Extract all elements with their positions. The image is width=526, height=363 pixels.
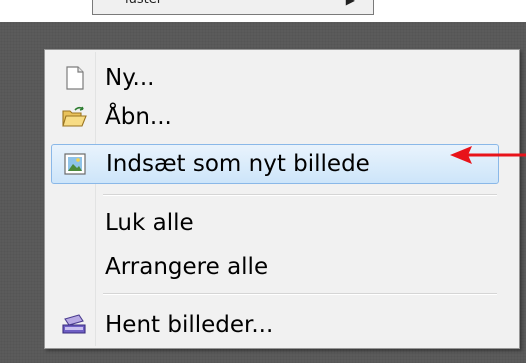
menu-item-new-label: Ny... [105, 65, 155, 91]
background-menu: luster ▶ [92, 0, 374, 15]
menu-separator [103, 194, 497, 196]
menu-item-arrange-all-label: Arrangere alle [105, 254, 269, 280]
menu-separator [103, 293, 497, 295]
scanner-icon [61, 313, 87, 337]
open-folder-icon [61, 105, 87, 129]
context-menu: Ny... Åbn... Indsæt som nyt billede Luk … [44, 49, 520, 349]
menu-item-close-all-label: Luk alle [105, 210, 194, 236]
menu-item-arrange-all[interactable]: Arrangere alle [51, 249, 499, 285]
paste-as-new-image-icon [62, 152, 88, 176]
menu-item-open[interactable]: Åbn... [51, 99, 499, 135]
menu-item-close-all[interactable]: Luk alle [51, 205, 499, 241]
menu-item-acquire-images[interactable]: Hent billeder... [51, 307, 499, 343]
new-document-icon [61, 66, 87, 90]
red-arrow-annotation [450, 146, 526, 164]
menu-item-paste-as-new-image-label: Indsæt som nyt billede [106, 151, 370, 177]
menu-item-open-label: Åbn... [105, 104, 172, 130]
icon-gutter-divider [95, 52, 96, 346]
submenu-arrow-icon: ▶ [345, 0, 355, 7]
menu-item-new[interactable]: Ny... [51, 60, 499, 96]
menu-item-acquire-images-label: Hent billeder... [105, 312, 274, 338]
background-menu-item-label[interactable]: luster [125, 0, 162, 7]
menu-item-paste-as-new-image[interactable]: Indsæt som nyt billede [51, 144, 499, 184]
